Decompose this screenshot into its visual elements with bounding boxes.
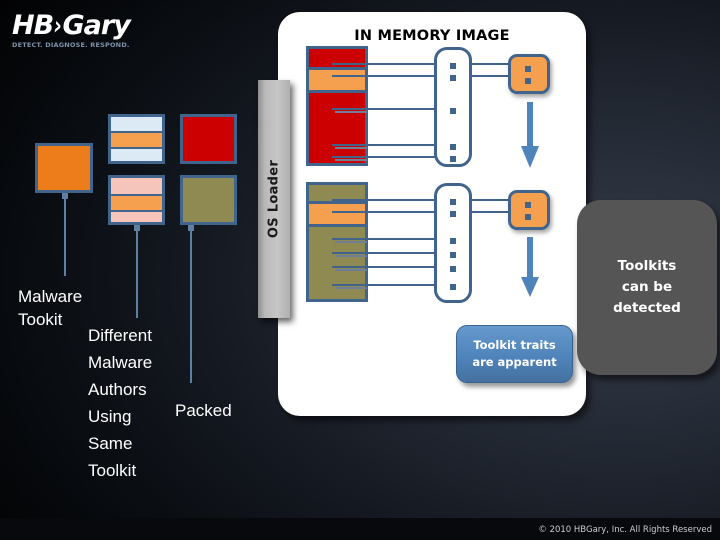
trait-wire: [332, 211, 510, 213]
sample-stripe: [111, 149, 162, 161]
toolkits-detected-callout: Toolkits can be detected: [577, 200, 717, 375]
down-arrow-lower-icon: [521, 237, 539, 297]
logo-text-gary: Gary: [62, 10, 131, 41]
sample-stripe: [111, 194, 162, 212]
trait-dot: [450, 211, 456, 217]
memory-tick: [335, 287, 367, 289]
trait-dot: [450, 156, 456, 162]
trait-dot: [450, 108, 456, 114]
trait-dot: [450, 144, 456, 150]
sample-stripe: [111, 117, 162, 131]
trait-wire: [332, 75, 510, 77]
os-loader-label: OS Loader: [266, 159, 282, 239]
memory-block-red-body: [309, 93, 365, 163]
logo-text-hb: HB: [12, 10, 54, 41]
trait-dot: [450, 266, 456, 272]
copyright-text: © 2010 HBGary, Inc. All Rights Reserved: [538, 525, 712, 535]
memory-tick: [335, 111, 367, 113]
sample-stripe: [111, 178, 162, 194]
trait-dot: [450, 63, 456, 69]
packed-sample-olive: [180, 175, 237, 225]
memory-block-olive-band: [309, 201, 365, 227]
memory-tick: [335, 147, 367, 149]
memory-block-red-band: [309, 67, 365, 93]
down-arrow-upper-icon: [521, 102, 539, 168]
logo-tagline: DETECT. DIAGNOSE. RESPOND.: [12, 41, 130, 49]
memory-tick: [335, 269, 367, 271]
toolkit-node-dot: [525, 214, 531, 220]
author-sample-1: [108, 114, 165, 164]
slide-canvas: HB›Gary DETECT. DIAGNOSE. RESPOND. IN ME…: [0, 0, 720, 540]
trait-dot: [450, 238, 456, 244]
toolkit-node-dot: [525, 66, 531, 72]
trait-dot: [450, 75, 456, 81]
toolkit-node-upper: [508, 54, 550, 94]
logo-wordmark: HB›Gary: [12, 12, 172, 40]
packed-label: Packed: [175, 401, 232, 420]
panel-title: IN MEMORY IMAGE: [354, 28, 510, 44]
toolkit-node-dot: [525, 202, 531, 208]
malware-toolkit-sample: [35, 143, 93, 193]
callout-leader-malware: [62, 193, 68, 276]
os-loader-bar: OS Loader: [258, 80, 290, 318]
toolkit-node-dot: [525, 78, 531, 84]
packed-sample-red: [180, 114, 237, 164]
callout-leader-packed: [188, 225, 194, 383]
toolkit-traits-callout: Toolkit traits are apparent: [456, 325, 573, 383]
trait-capsule-upper: [434, 47, 472, 167]
trait-dot: [450, 199, 456, 205]
callout-leader-authors: [134, 225, 140, 318]
logo-chevron-icon: ›: [54, 11, 62, 40]
sample-stripe: [111, 212, 162, 222]
trait-wire: [332, 199, 510, 201]
different-authors-label: Different Malware Authors Using Same Too…: [88, 326, 153, 480]
memory-tick: [335, 159, 367, 161]
trait-wire: [332, 63, 510, 65]
malware-toolkit-label: Malware Tookit: [18, 287, 83, 329]
author-sample-2: [108, 175, 165, 225]
trait-dot: [450, 252, 456, 258]
hbgary-logo: HB›Gary DETECT. DIAGNOSE. RESPOND.: [12, 12, 172, 54]
trait-dot: [450, 284, 456, 290]
trait-capsule-lower: [434, 183, 472, 303]
toolkit-node-lower: [508, 190, 550, 230]
sample-stripe: [111, 131, 162, 149]
memory-tick: [335, 255, 367, 257]
memory-tick: [335, 241, 367, 243]
